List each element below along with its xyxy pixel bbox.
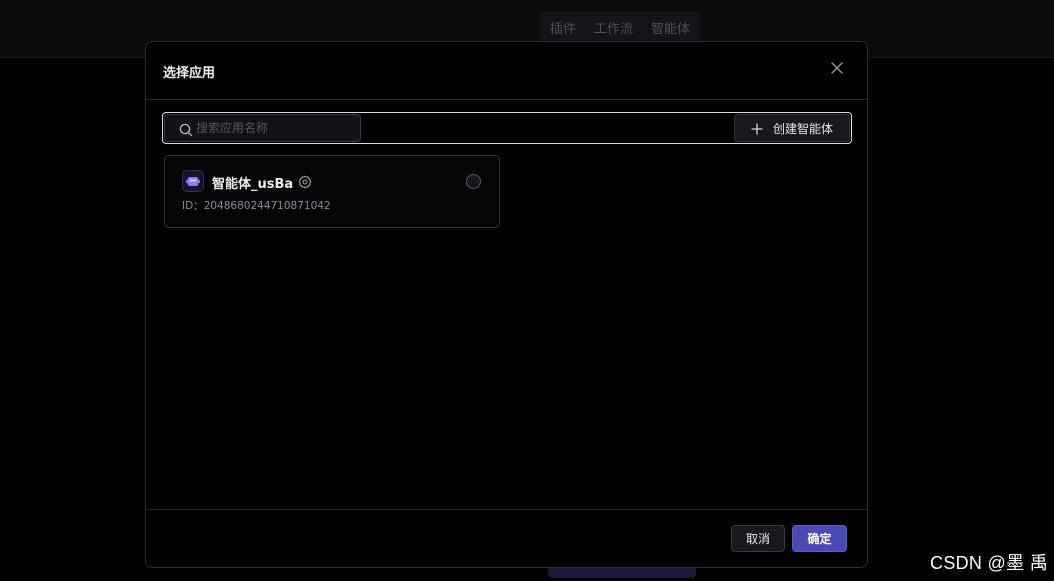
- search-input[interactable]: [196, 115, 356, 141]
- gear-icon[interactable]: [298, 174, 312, 189]
- confirm-button[interactable]: 确定: [792, 525, 847, 552]
- bot-avatar-icon: [182, 170, 204, 192]
- plus-icon: [750, 121, 764, 135]
- app-id: ID：2048680244710871042: [182, 198, 331, 213]
- select-app-dialog: 选择应用 搜索应用名称 创建智能体 智能体_usBa ID：2048680244…: [145, 41, 868, 568]
- background-tab-agent: 智能体: [651, 21, 691, 37]
- close-icon[interactable]: [829, 60, 845, 76]
- app-id-label: ID：: [182, 200, 204, 212]
- background-tab-workflow: 工作流: [594, 21, 634, 37]
- background-tab-plugins: 插件: [550, 21, 577, 37]
- dialog-toolbar: 创建智能体: [162, 112, 852, 144]
- app-select-radio[interactable]: [466, 174, 481, 189]
- dialog-header: 选择应用: [146, 42, 867, 100]
- search-icon: [179, 122, 193, 137]
- app-name: 智能体_usBa: [212, 177, 294, 192]
- page: 插件 工作流 智能体 选择应用 搜索应用名称 创建智能体 智能体_usBa ID…: [0, 0, 1054, 581]
- create-agent-button[interactable]: 创建智能体: [734, 114, 850, 142]
- watermark: CSDN @墨 禹: [930, 553, 1048, 573]
- search-box[interactable]: [164, 114, 361, 142]
- app-id-value: 2048680244710871042: [203, 200, 331, 212]
- app-card[interactable]: 智能体_usBa ID：2048680244710871042: [164, 155, 500, 228]
- background-tab-bar: 插件 工作流 智能体: [540, 11, 701, 43]
- cancel-button[interactable]: 取消: [731, 525, 785, 552]
- dialog-title: 选择应用: [163, 66, 216, 81]
- dialog-footer: 取消 确定: [146, 509, 867, 567]
- create-agent-label: 创建智能体: [773, 121, 834, 136]
